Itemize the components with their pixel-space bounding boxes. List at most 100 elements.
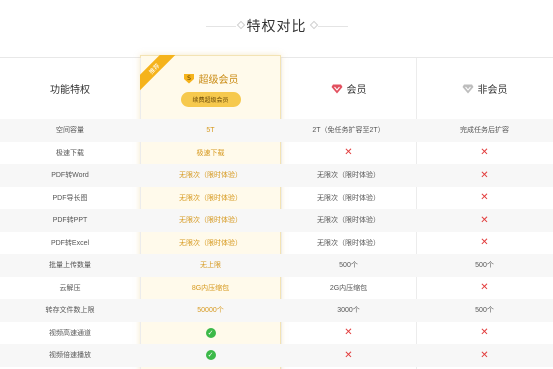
table-row: 视频高速通道 ✓ ✕ ✕	[0, 322, 553, 345]
super-member-cell: 无限次（限时体验）	[140, 232, 281, 255]
member-cell: 无限次（限时体验）	[281, 232, 416, 255]
super-member-cell: 5T	[140, 119, 281, 142]
super-member-cell: ✓	[140, 322, 281, 345]
header-non-member-title: 非会员	[477, 85, 508, 96]
cell-text: 极速下载	[56, 149, 84, 157]
cross-icon: ✕	[480, 169, 489, 181]
cross-icon: ✕	[344, 349, 353, 361]
cell-text: 2T（免任务扩容至2T）	[312, 127, 385, 135]
super-member-cell: 无上限	[140, 254, 281, 277]
feature-cell: PDF转Word	[0, 164, 140, 187]
table-row: PDF转PPT 无限次（限时体验） 无限次（限时体验） ✕	[0, 209, 553, 232]
cell-text: 2G内压缩包	[329, 284, 368, 292]
table-row: 转存文件数上限 50000个 3000个 500个	[0, 299, 553, 322]
feature-cell: 空间容量	[0, 119, 140, 142]
super-member-cell: 50000个	[140, 299, 281, 322]
cell-text: 批量上传数量	[49, 262, 91, 270]
feature-cell: 视频倍速播放	[0, 344, 140, 367]
table-row: PDF导长图 无限次（限时体验） 无限次（限时体验） ✕	[0, 187, 553, 210]
feature-cell: 视频高速通道	[0, 322, 140, 345]
cell-text: PDF转Word	[51, 172, 89, 180]
cell-text: 视频倍速播放	[49, 352, 91, 360]
svip-shield-icon: S	[183, 73, 195, 84]
non-member-cell: 500个	[416, 299, 553, 322]
cross-icon: ✕	[344, 327, 353, 339]
header-super-title: 超级会员	[198, 74, 239, 86]
svg-text:S: S	[187, 75, 191, 82]
recommend-ribbon-label: 推荐	[140, 55, 176, 91]
cell-text: PDF转PPT	[52, 217, 88, 225]
non-member-cell: ✕	[416, 209, 553, 232]
member-cell: ✕	[281, 322, 416, 345]
cell-text: 无限次（限时体验）	[179, 217, 242, 225]
member-cell: 无限次（限时体验）	[281, 164, 416, 187]
cross-icon: ✕	[480, 192, 489, 204]
non-member-cell: ✕	[416, 232, 553, 255]
check-icon: ✓	[205, 327, 216, 338]
super-member-cell: 无限次（限时体验）	[140, 187, 281, 210]
feature-cell: PDF转PPT	[0, 209, 140, 232]
cell-text: 视频高速通道	[49, 329, 91, 337]
cell-text: 无限次（限时体验）	[317, 239, 380, 247]
table-header-row: 功能特权 S 超级会员 续费超级会员 会员 非会员	[0, 58, 553, 119]
non-member-cell: ✕	[416, 142, 553, 165]
cross-icon: ✕	[480, 237, 489, 249]
cell-text: 空间容量	[56, 127, 84, 135]
cell-text: PDF转Excel	[50, 239, 90, 247]
cell-text: 500个	[475, 307, 494, 315]
cross-icon: ✕	[480, 214, 489, 226]
super-member-cell: 无限次（限时体验）	[140, 209, 281, 232]
cross-icon: ✕	[344, 147, 353, 159]
renew-super-member-button[interactable]: 续费超级会员	[180, 91, 241, 107]
non-member-cell: ✕	[416, 322, 553, 345]
non-member-cell: ✕	[416, 344, 553, 367]
cell-text: 无限次（限时体验）	[179, 239, 242, 247]
super-member-cell: 8G内压缩包	[140, 277, 281, 300]
non-member-cell: 500个	[416, 254, 553, 277]
cell-text: 无限次（限时体验）	[179, 194, 242, 202]
header-feature-label: 功能特权	[50, 85, 90, 96]
non-member-cell: ✕	[416, 187, 553, 210]
table-row: 云解压 8G内压缩包 2G内压缩包 ✕	[0, 277, 553, 300]
cell-text: PDF导长图	[52, 194, 88, 202]
recommend-ribbon: 推荐	[140, 55, 176, 91]
member-cell: ✕	[281, 142, 416, 165]
non-member-cell: 完成任务后扩容	[416, 119, 553, 142]
cell-text: 无限次（限时体验）	[317, 194, 380, 202]
table-row: PDF转Excel 无限次（限时体验） 无限次（限时体验） ✕	[0, 232, 553, 255]
table-row: 视频倍速播放 ✓ ✕ ✕	[0, 344, 553, 367]
non-member-cell: ✕	[416, 277, 553, 300]
table-row: 批量上传数量 无上限 500个 500个	[0, 254, 553, 277]
cell-text: 500个	[339, 262, 358, 270]
super-member-cell: 无限次（限时体验）	[140, 164, 281, 187]
super-member-cell: ✓	[140, 344, 281, 367]
header-non-member: 非会员	[416, 58, 553, 119]
cross-icon: ✕	[480, 282, 489, 294]
feature-cell: PDF转Excel	[0, 232, 140, 255]
privilege-comparison-table: 功能特权 S 超级会员 续费超级会员 会员 非会员 推荐 空间容量 5T 2T（…	[0, 55, 553, 369]
member-cell: 2T（免任务扩容至2T）	[281, 119, 416, 142]
table-row: 空间容量 5T 2T（免任务扩容至2T） 完成任务后扩容	[0, 119, 553, 142]
feature-cell: 云解压	[0, 277, 140, 300]
title-line-right	[318, 26, 348, 27]
non-member-cell: ✕	[416, 164, 553, 187]
cell-text: 无上限	[200, 262, 221, 270]
cell-text: 50000个	[197, 307, 224, 315]
cell-text: 云解压	[59, 284, 81, 292]
member-cell: 2G内压缩包	[281, 277, 416, 300]
header-feature: 功能特权	[0, 58, 140, 119]
cell-text: 无限次（限时体验）	[317, 172, 380, 180]
member-cell: 无限次（限时体验）	[281, 187, 416, 210]
cell-text: 5T	[206, 126, 215, 134]
page-title: 特权对比	[246, 18, 307, 34]
feature-cell: 转存文件数上限	[0, 299, 140, 322]
member-cell: ✕	[281, 344, 416, 367]
header-member: 会员	[281, 58, 416, 119]
super-member-cell: 极速下载	[140, 142, 281, 165]
page-header: 特权对比	[0, 0, 553, 52]
cross-icon: ✕	[480, 327, 489, 339]
cell-text: 3000个	[337, 307, 360, 315]
member-cell: 无限次（限时体验）	[281, 209, 416, 232]
feature-cell: 极速下载	[0, 142, 140, 165]
cell-text: 转存文件数上限	[45, 307, 95, 315]
